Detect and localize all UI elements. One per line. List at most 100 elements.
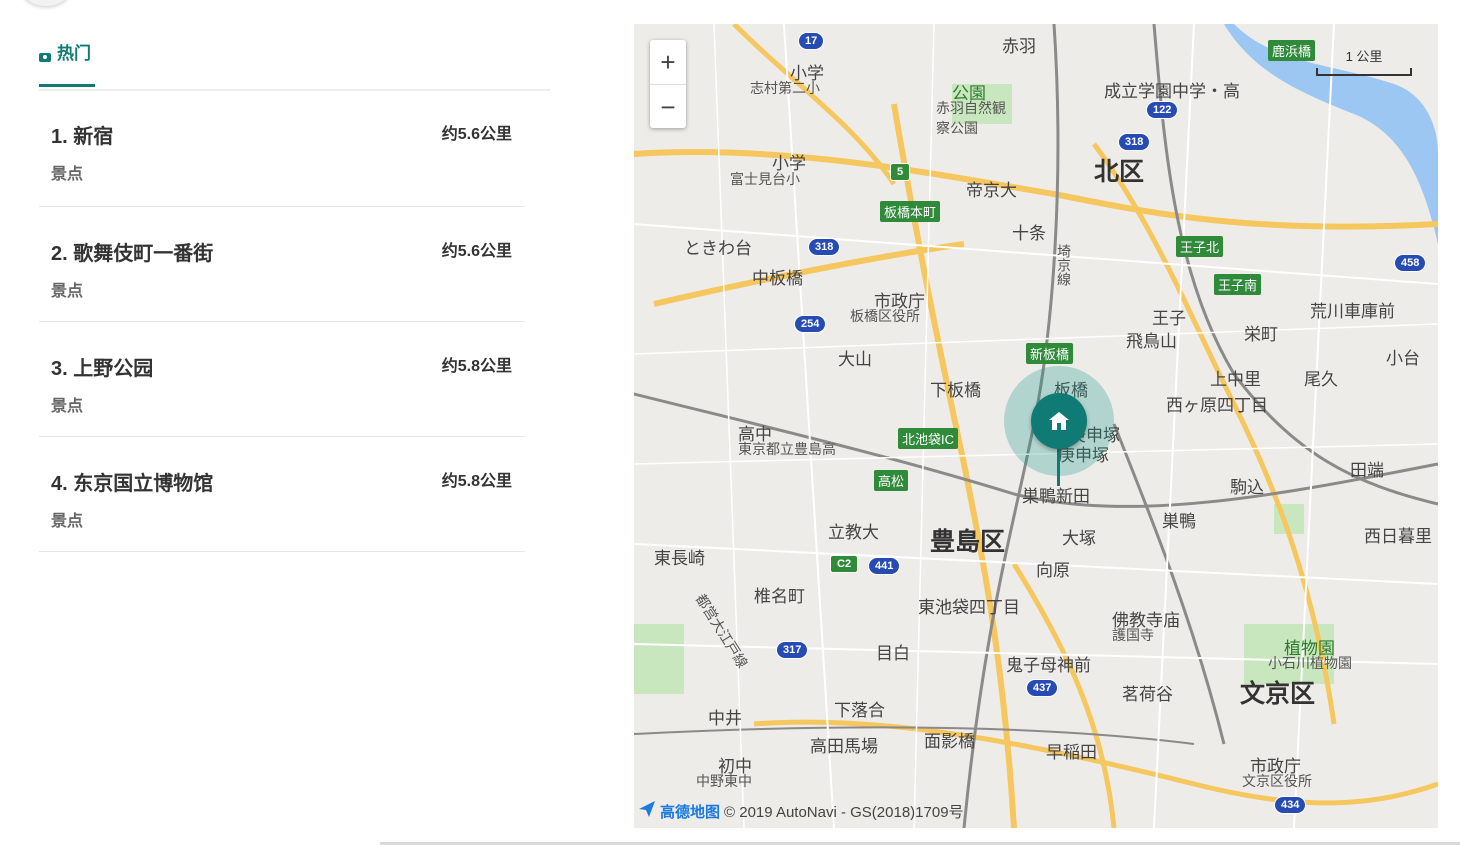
map-label: 鬼子母神前 xyxy=(1006,656,1091,675)
spot-category: 景点 xyxy=(51,283,84,300)
scale-ruler xyxy=(1316,68,1412,76)
location-marker[interactable] xyxy=(1004,366,1114,486)
route-shield: 17 xyxy=(798,32,825,50)
send-icon xyxy=(638,800,656,822)
map-label: 駒込 xyxy=(1230,478,1264,497)
map-label: 大山 xyxy=(838,350,872,369)
attribution-text: © 2019 AutoNavi - GS(2018)1709号 xyxy=(724,803,964,821)
zoom-in-button[interactable]: + xyxy=(650,40,686,85)
list-item[interactable]: 3. 上野公园 景点 约5.8公里 xyxy=(39,322,525,437)
zoom-out-button[interactable]: − xyxy=(650,85,686,129)
map-label: 飛鳥山 xyxy=(1126,332,1177,351)
route-shield: 434 xyxy=(1274,796,1307,814)
map-label: 巣鴨新田 xyxy=(1022,487,1090,506)
map-label: 王子北 xyxy=(1176,236,1224,257)
spot-distance: 约5.6公里 xyxy=(441,243,512,260)
map-label: 小石川植物園 xyxy=(1268,655,1352,671)
route-shield: 437 xyxy=(1026,679,1059,697)
map-label: 埼京線 xyxy=(1056,244,1072,286)
map-label: 向原 xyxy=(1036,561,1070,580)
list-item[interactable]: 4. 东京国立博物馆 景点 约5.8公里 xyxy=(39,437,525,552)
map-label: 志村第二小 xyxy=(750,80,820,96)
map-label: 十条 xyxy=(1012,224,1046,243)
map-view[interactable]: + − 1 公里 北区 豊島区 文京区 赤羽 十条 板橋本町 中板橋 ときわ台 … xyxy=(634,24,1438,828)
zoom-control: + − xyxy=(650,40,686,128)
map-label: 中板橋 xyxy=(752,269,803,288)
map-label: 大塚 xyxy=(1062,529,1096,548)
map-label: 目白 xyxy=(876,644,910,663)
spot-category: 景点 xyxy=(51,398,84,415)
map-label: 東京都立豊島高 xyxy=(738,441,836,457)
map-label: 下板橋 xyxy=(930,381,981,400)
map-attribution: 高德地图 © 2019 AutoNavi - GS(2018)1709号 xyxy=(638,800,964,822)
list-item[interactable]: 1. 新宿 景点 约5.6公里 xyxy=(39,90,525,207)
map-label: 下落合 xyxy=(834,701,885,720)
scale-bar: 1 公里 xyxy=(1316,46,1412,76)
spot-title: 3. 上野公园 xyxy=(51,358,154,380)
route-shield: C2 xyxy=(830,555,859,573)
map-label: 護国寺 xyxy=(1112,627,1154,643)
map-label: 文京区役所 xyxy=(1242,773,1312,789)
category-tabs: 热门 xyxy=(39,40,550,91)
map-label: 小台 xyxy=(1386,349,1420,368)
map-label: 尾久 xyxy=(1304,370,1338,389)
map-label: 王子南 xyxy=(1214,274,1262,295)
route-shield: 318 xyxy=(808,238,841,256)
map-label: 富士見台小 xyxy=(730,171,800,187)
spot-title: 4. 东京国立博物馆 xyxy=(51,473,214,495)
amap-logo: 高德地图 xyxy=(660,803,721,821)
map-label: 北区 xyxy=(1094,158,1145,186)
route-shield: 122 xyxy=(1146,101,1179,119)
map-label: 豊島区 xyxy=(930,528,1006,556)
map-label: 上中里 xyxy=(1210,370,1261,389)
map-label: 栄町 xyxy=(1244,325,1278,344)
spot-distance: 约5.8公里 xyxy=(441,358,512,375)
map-label: 東長崎 xyxy=(654,549,705,568)
spot-title: 1. 新宿 xyxy=(51,126,114,148)
map-label: 北池袋IC xyxy=(898,428,959,449)
map-label: 帝京大 xyxy=(966,181,1017,200)
map-label: 西ヶ原四丁目 xyxy=(1166,396,1268,415)
map-label: 東池袋四丁目 xyxy=(918,598,1020,617)
map-label: ときわ台 xyxy=(684,239,752,258)
map-label: 茗荷谷 xyxy=(1122,685,1173,704)
map-label: 鹿浜橋 xyxy=(1268,40,1316,61)
map-label: 西日暮里 xyxy=(1364,527,1432,546)
map-label: 赤羽自然観察公園 xyxy=(936,100,1006,136)
route-shield: 5 xyxy=(890,163,911,181)
map-label: 赤羽 xyxy=(1002,37,1036,56)
spot-category: 景点 xyxy=(51,166,84,183)
map-label: 田端 xyxy=(1350,461,1384,480)
list-item[interactable]: 2. 歌舞伎町一番街 景点 约5.6公里 xyxy=(39,207,525,322)
marker-stick xyxy=(1057,446,1060,486)
spot-title: 2. 歌舞伎町一番街 xyxy=(51,243,214,265)
map-label: 中井 xyxy=(708,709,742,728)
scale-label: 1 公里 xyxy=(1345,49,1383,64)
camera-icon xyxy=(39,53,51,62)
map-label: 板橋区役所 xyxy=(850,308,920,324)
map-label: 成立学園中学・高 xyxy=(1104,82,1240,101)
route-shield: 317 xyxy=(776,641,809,659)
map-label: 椎名町 xyxy=(754,587,805,606)
spot-distance: 约5.8公里 xyxy=(441,473,512,490)
route-shield: 458 xyxy=(1394,254,1427,272)
map-label: 王子 xyxy=(1152,309,1186,328)
map-label: 文京区 xyxy=(1240,680,1316,708)
spot-list: 1. 新宿 景点 约5.6公里 2. 歌舞伎町一番街 景点 约5.6公里 3. … xyxy=(39,90,525,552)
route-shield: 254 xyxy=(794,315,827,333)
avatar[interactable] xyxy=(20,0,72,6)
map-label: 中野東中 xyxy=(696,773,752,789)
route-shield: 441 xyxy=(868,557,901,575)
home-icon xyxy=(1031,393,1087,449)
map-label: 立教大 xyxy=(828,523,879,542)
map-label: 巣鴨 xyxy=(1162,512,1196,531)
spot-category: 景点 xyxy=(51,513,84,530)
tab-popular-label: 热门 xyxy=(57,44,91,63)
map-label: 高田馬場 xyxy=(810,737,878,756)
spot-distance: 约5.6公里 xyxy=(441,126,512,143)
map-label: 早稲田 xyxy=(1046,743,1097,762)
tab-popular[interactable]: 热门 xyxy=(39,40,95,87)
map-label: 面影橋 xyxy=(924,732,975,751)
map-label: 荒川車庫前 xyxy=(1310,302,1395,321)
route-shield: 318 xyxy=(1118,133,1151,151)
